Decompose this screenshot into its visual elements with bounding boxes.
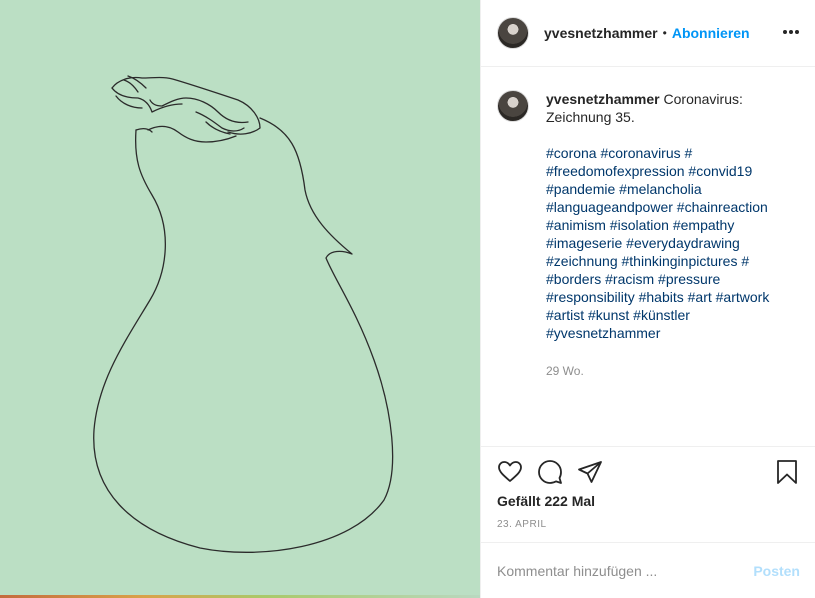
comment-bar: Posten <box>481 542 815 598</box>
caption-avatar[interactable] <box>497 90 529 122</box>
hashtag-line[interactable]: #freedomofexpression #convid19 <box>546 162 802 180</box>
share-icon[interactable] <box>577 459 603 485</box>
heart-icon[interactable] <box>497 459 523 485</box>
hashtag-line[interactable]: #borders #racism #pressure <box>546 270 802 288</box>
post-image[interactable] <box>0 0 480 598</box>
caption-username[interactable]: yvesnetzhammer <box>546 91 660 107</box>
avatar[interactable] <box>497 17 529 49</box>
comment-icon[interactable] <box>537 459 563 485</box>
hashtag-line[interactable]: #languageandpower #chainreaction <box>546 198 802 216</box>
post-header: yvesnetzhammer • Abonnieren <box>481 0 815 67</box>
bookmark-icon[interactable] <box>774 459 800 485</box>
likes-count[interactable]: Gefällt 222 Mal <box>497 493 595 509</box>
hashtag-line[interactable]: #animism #isolation #empathy <box>546 216 802 234</box>
hashtag-line[interactable]: #imageserie #everydaydrawing <box>546 234 802 252</box>
hashtag-line[interactable]: #yvesnetzhammer <box>546 324 802 342</box>
post-sidebar: yvesnetzhammer • Abonnieren yvesnetzhamm… <box>480 0 815 598</box>
hashtag-line[interactable]: #responsibility #habits #art #artwork <box>546 288 802 306</box>
post-date[interactable]: 23. APRIL <box>497 519 547 530</box>
comment-input[interactable] <box>497 562 754 579</box>
post-comment-button[interactable]: Posten <box>753 563 800 579</box>
caption-body: yvesnetzhammer Coronavirus: Zeichnung 35… <box>546 90 802 380</box>
header-username[interactable]: yvesnetzhammer <box>544 25 658 41</box>
pear-hand-drawing <box>93 75 394 553</box>
caption: yvesnetzhammer Coronavirus: Zeichnung 35… <box>497 90 802 380</box>
hashtag-list: #corona #coronavirus # #freedomofexpress… <box>546 144 802 342</box>
follow-button[interactable]: Abonnieren <box>672 25 750 41</box>
separator-dot: • <box>662 26 667 40</box>
caption-timestamp[interactable]: 29 Wo. <box>546 362 802 380</box>
more-options-icon[interactable] <box>783 30 799 34</box>
hashtag-line[interactable]: #zeichnung #thinkinginpictures # <box>546 252 802 270</box>
hashtag-line[interactable]: #artist #kunst #künstler <box>546 306 802 324</box>
hashtag-line[interactable]: #pandemie #melancholia <box>546 180 802 198</box>
action-bar: Gefällt 222 Mal 23. APRIL <box>481 446 815 542</box>
hashtag-line[interactable]: #corona #coronavirus # <box>546 144 802 162</box>
